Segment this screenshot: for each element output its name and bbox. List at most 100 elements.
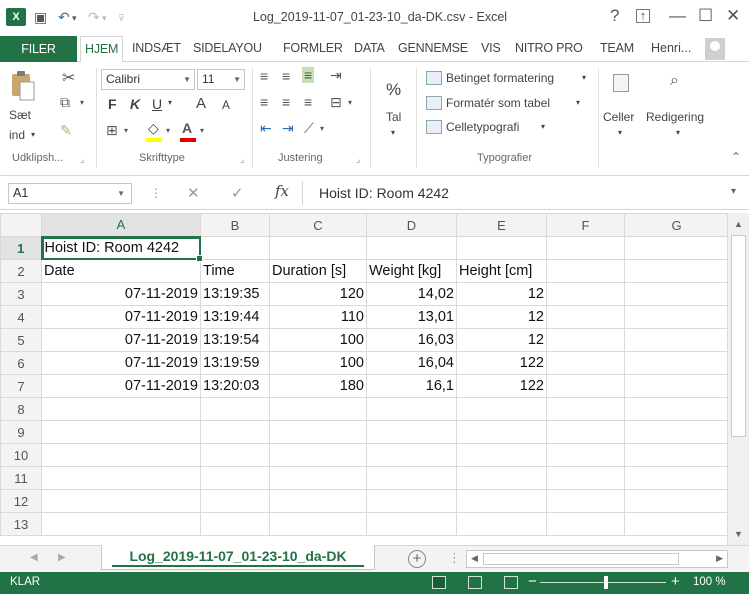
select-all-button[interactable] [0, 213, 42, 237]
cell[interactable]: Weight [kg] [366, 259, 457, 283]
cell[interactable]: 12 [456, 328, 547, 352]
previous-sheet-icon[interactable]: ◀ [30, 552, 38, 563]
align-center-icon[interactable]: ≡ [282, 94, 290, 110]
cell[interactable]: 110 [269, 305, 367, 329]
zoom-slider-thumb[interactable] [604, 576, 608, 589]
scroll-right-icon[interactable]: ▶ [716, 553, 723, 564]
cell[interactable]: 16,1 [366, 374, 457, 398]
cell[interactable]: 12 [456, 282, 547, 306]
cut-icon[interactable]: ✂ [62, 68, 75, 88]
cell[interactable] [200, 512, 270, 536]
editing-button[interactable]: Redigering [646, 110, 704, 124]
cell[interactable] [546, 374, 625, 398]
cell[interactable]: Time [200, 259, 270, 283]
undo-dropdown-icon[interactable]: ▾ [72, 13, 77, 24]
paste-dropdown-icon[interactable]: ▾ [31, 130, 35, 139]
cell[interactable]: 120 [269, 282, 367, 306]
cell[interactable] [624, 236, 729, 260]
column-header[interactable]: F [546, 213, 625, 237]
font-color-icon[interactable]: A [182, 120, 192, 136]
cell[interactable]: 16,04 [366, 351, 457, 375]
scroll-up-icon[interactable]: ▲ [734, 219, 743, 229]
orientation-dropdown-icon[interactable]: ▾ [320, 124, 324, 133]
cell[interactable]: 12 [456, 305, 547, 329]
cell-styles-dropdown-icon[interactable]: ▾ [541, 122, 545, 131]
cell[interactable] [366, 489, 457, 513]
wrap-text-icon[interactable]: ⇥ [330, 67, 342, 84]
cell[interactable] [624, 512, 729, 536]
cell[interactable] [200, 397, 270, 421]
cell[interactable]: 16,03 [366, 328, 457, 352]
cell[interactable] [624, 374, 729, 398]
row-header[interactable]: 7 [0, 374, 42, 398]
restore-button[interactable]: ☐ [698, 6, 713, 26]
cell[interactable]: 100 [269, 351, 367, 375]
cell[interactable]: 100 [269, 328, 367, 352]
cells-dropdown-icon[interactable]: ▾ [618, 128, 622, 137]
help-button[interactable]: ? [610, 6, 619, 26]
paste-icon[interactable] [10, 70, 36, 102]
sheet-tab-active[interactable]: Log_2019-11-07_01-23-10_da-DK [101, 545, 375, 570]
cell[interactable]: 180 [269, 374, 367, 398]
cell[interactable] [456, 236, 547, 260]
tab-insert[interactable]: INDSÆT [132, 41, 181, 55]
align-top-icon[interactable]: ≡ [260, 68, 268, 84]
cell[interactable] [269, 512, 367, 536]
conditional-formatting-dropdown-icon[interactable]: ▾ [582, 73, 586, 82]
ribbon-display-options-icon[interactable]: ↑ [636, 9, 650, 23]
row-header[interactable]: 6 [0, 351, 42, 375]
paste-button-label-2[interactable]: ind [9, 128, 25, 142]
cell[interactable] [546, 489, 625, 513]
row-header[interactable]: 2 [0, 259, 42, 283]
cell[interactable] [41, 397, 201, 421]
font-color-dropdown-icon[interactable]: ▾ [200, 126, 204, 135]
cell[interactable] [456, 466, 547, 490]
cell[interactable] [624, 328, 729, 352]
tab-file[interactable]: FILER [0, 36, 77, 62]
cell[interactable] [624, 259, 729, 283]
save-icon[interactable]: ▣ [34, 9, 47, 26]
cell[interactable] [456, 512, 547, 536]
cell[interactable] [366, 443, 457, 467]
merge-center-icon[interactable]: ⊟ [330, 94, 342, 111]
row-header[interactable]: 4 [0, 305, 42, 329]
customize-qat-icon[interactable]: ⊽ [118, 13, 125, 24]
tab-home[interactable]: HJEM [80, 36, 124, 63]
cell[interactable] [41, 489, 201, 513]
page-break-view-button[interactable] [504, 576, 518, 589]
shrink-font-button[interactable]: A [222, 98, 230, 112]
align-middle-icon[interactable]: ≡ [282, 68, 290, 84]
cell[interactable] [269, 236, 367, 260]
font-size-combo[interactable]: 11 ▼ [197, 69, 245, 90]
alignment-launcher-icon[interactable]: ⌟ [356, 154, 360, 165]
column-header[interactable]: B [200, 213, 270, 237]
redo-icon[interactable]: ↷ [88, 9, 100, 26]
cell[interactable]: 07-11-2019 [41, 351, 201, 375]
cell[interactable] [624, 305, 729, 329]
row-header[interactable]: 13 [0, 512, 42, 536]
tab-data[interactable]: DATA [354, 41, 385, 55]
underline-dropdown-icon[interactable]: ▾ [168, 98, 172, 107]
name-box[interactable]: A1 ▼ [8, 183, 132, 204]
cell[interactable]: 13,01 [366, 305, 457, 329]
cell[interactable]: 13:20:03 [200, 374, 270, 398]
cell[interactable]: 13:19:54 [200, 328, 270, 352]
expand-formula-bar-icon[interactable]: ▾ [731, 186, 736, 197]
tab-formulas[interactable]: FORMLER [283, 41, 343, 55]
fill-color-dropdown-icon[interactable]: ▾ [166, 126, 170, 135]
tab-page-layout[interactable]: SIDELAYOU [193, 41, 262, 55]
cell[interactable] [624, 282, 729, 306]
cell[interactable] [546, 282, 625, 306]
copy-icon[interactable]: ⧉ [60, 94, 70, 111]
tab-nitro-pro[interactable]: NITRO PRO [515, 41, 583, 55]
clipboard-launcher-icon[interactable]: ⌟ [80, 154, 84, 165]
decrease-indent-icon[interactable]: ⇤ [260, 120, 272, 137]
paste-button-label[interactable]: Sæt [9, 108, 31, 122]
column-header[interactable]: D [366, 213, 457, 237]
row-header[interactable]: 1 [0, 236, 43, 260]
user-avatar[interactable] [705, 38, 725, 60]
cell[interactable]: 07-11-2019 [41, 305, 201, 329]
collapse-ribbon-icon[interactable]: ⌃ [731, 150, 741, 164]
tab-review[interactable]: GENNEMSE [398, 41, 468, 55]
cell[interactable] [624, 466, 729, 490]
